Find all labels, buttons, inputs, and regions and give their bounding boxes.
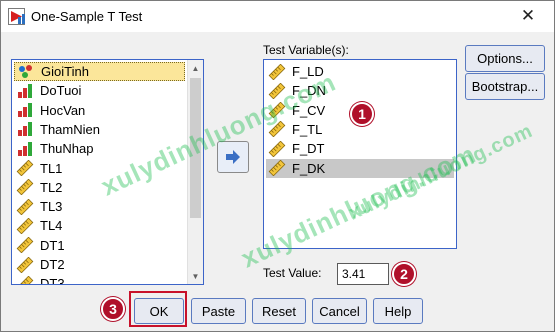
test-variables-label: Test Variable(s): — [263, 43, 349, 57]
ordinal-icon — [16, 141, 34, 157]
test-value-input[interactable] — [337, 263, 389, 285]
scale-icon — [16, 179, 34, 196]
ordinal-icon — [16, 83, 34, 99]
list-item[interactable]: F_DT — [266, 139, 454, 158]
scale-icon — [16, 237, 34, 254]
list-item-label: TL4 — [40, 218, 63, 234]
test-value-label: Test Value: — [263, 266, 322, 280]
ok-button[interactable]: OK — [134, 298, 184, 324]
list-item[interactable]: DT2 — [14, 255, 185, 274]
list-item-label: TL3 — [40, 199, 63, 215]
spss-app-icon — [8, 8, 25, 25]
annotation-badge-2: 2 — [392, 262, 416, 286]
cancel-button[interactable]: Cancel — [312, 298, 367, 324]
nominal-icon — [17, 64, 35, 80]
bootstrap-button[interactable]: Bootstrap... — [465, 73, 545, 100]
list-item-label: ThamNien — [40, 121, 100, 137]
ordinal-icon — [16, 102, 34, 118]
list-item[interactable]: TL4 — [14, 216, 185, 235]
source-list-scrollbar[interactable]: ▲ ▼ — [187, 60, 203, 284]
one-sample-t-test-dialog: One-Sample T Test ✕ GioiTinh DoTuoi HocVan… — [0, 0, 555, 332]
list-item-label: TL1 — [40, 160, 63, 176]
list-item-label: DT2 — [40, 257, 65, 272]
list-item[interactable]: DT1 — [14, 236, 185, 255]
list-item[interactable]: DT3 — [14, 274, 185, 284]
dialog-title: One-Sample T Test — [31, 9, 143, 24]
list-item-label: TL2 — [40, 179, 63, 195]
annotation-badge-1: 1 — [350, 102, 374, 126]
list-item[interactable]: HocVan — [14, 101, 185, 120]
options-button[interactable]: Options... — [465, 45, 545, 72]
list-item-label: F_DT — [292, 141, 325, 157]
annotation-badge-3: 3 — [101, 297, 125, 321]
scale-icon — [16, 275, 34, 284]
title-bar[interactable]: One-Sample T Test ✕ — [1, 1, 554, 32]
paste-button[interactable]: Paste — [191, 298, 246, 324]
scale-icon — [268, 160, 286, 176]
list-item[interactable]: DoTuoi — [14, 81, 185, 100]
list-item-label: F_TL — [292, 121, 323, 137]
list-item-label: HocVan — [40, 102, 86, 118]
scale-icon — [16, 198, 34, 215]
close-icon: ✕ — [520, 6, 536, 25]
list-item-label: DoTuoi — [40, 83, 82, 99]
list-item[interactable]: ThamNien — [14, 120, 185, 139]
list-item-label: DT3 — [40, 276, 65, 284]
close-button[interactable]: ✕ — [506, 2, 550, 30]
list-item-label: F_DK — [292, 160, 326, 176]
list-item-label: GioiTinh — [41, 64, 89, 79]
list-item[interactable]: GioiTinh — [14, 62, 185, 81]
list-item[interactable]: F_LD — [266, 62, 454, 81]
right-arrow-icon — [225, 150, 241, 164]
scroll-up-icon[interactable]: ▲ — [188, 60, 203, 76]
scroll-down-icon[interactable]: ▼ — [188, 268, 203, 284]
scale-icon — [268, 63, 286, 80]
scale-icon — [16, 160, 34, 176]
reset-button[interactable]: Reset — [252, 298, 306, 324]
ordinal-icon — [16, 121, 34, 137]
scale-icon — [268, 140, 286, 157]
scale-icon — [16, 256, 34, 273]
help-button[interactable]: Help — [373, 298, 423, 324]
list-item-label: DT1 — [40, 237, 65, 253]
scale-icon — [16, 217, 34, 234]
list-item[interactable]: TL3 — [14, 197, 185, 216]
list-item-label: ThuNhap — [40, 141, 94, 157]
